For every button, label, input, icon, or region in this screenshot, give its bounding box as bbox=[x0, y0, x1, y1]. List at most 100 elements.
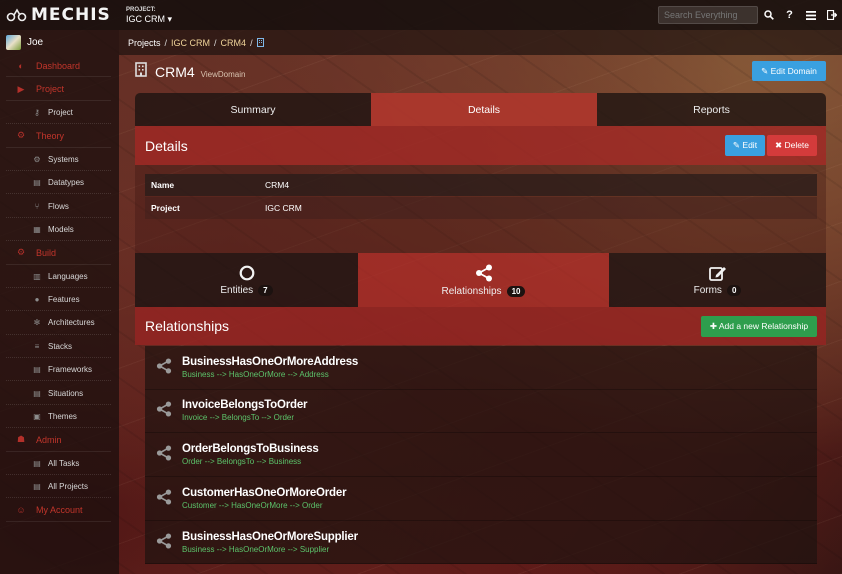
help-icon: ? bbox=[786, 9, 793, 21]
theory-icon: ⚙ bbox=[16, 130, 26, 141]
list-item[interactable]: BusinessHasOneOrMoreSupplier Business -->… bbox=[145, 520, 817, 565]
sidebar-item-themes[interactable]: ▣ Themes bbox=[0, 405, 119, 429]
projects-icon: ▤ bbox=[33, 482, 41, 492]
sidebar-item-build[interactable]: ⚙ Build bbox=[0, 241, 119, 265]
sidebar-item-stacks[interactable]: ≡ Stacks bbox=[0, 335, 119, 359]
detail-key: Project bbox=[151, 203, 180, 213]
tab-details[interactable]: Details bbox=[371, 93, 597, 126]
sidebar-item-project[interactable]: ⚷ Project bbox=[0, 101, 119, 125]
relationships-panel-header: Relationships ✚ Add a new Relationship bbox=[135, 307, 826, 345]
search-button[interactable] bbox=[758, 0, 779, 30]
dashboard-icon: ◐ bbox=[18, 60, 24, 71]
detail-value: CRM4 bbox=[265, 180, 290, 190]
sidebar-item-languages[interactable]: ▥ Languages bbox=[0, 265, 119, 289]
sidebar-item-flows[interactable]: ⑂ Flows bbox=[0, 194, 119, 219]
user-profile[interactable]: Joe bbox=[0, 30, 119, 54]
project-icon: ▶ bbox=[17, 83, 25, 94]
tab-reports[interactable]: Reports bbox=[597, 93, 826, 126]
relationships-list: BusinessHasOneOrMoreAddress Business --> … bbox=[145, 346, 817, 565]
breadcrumb-crm4[interactable]: CRM4 bbox=[221, 38, 247, 48]
project-selector[interactable]: PROJECT: IGC CRM ▾ bbox=[126, 7, 172, 24]
sidebar-item-label: Architectures bbox=[48, 318, 95, 328]
list-item[interactable]: OrderBelongsToBusiness Order --> BelongsT… bbox=[145, 433, 817, 477]
sidebar-item-theory[interactable]: ⚙ Theory bbox=[0, 124, 119, 148]
tasks-icon: ▤ bbox=[33, 458, 41, 468]
situation-icon: ▤ bbox=[33, 388, 41, 398]
building-icon[interactable] bbox=[256, 38, 264, 47]
sidebar-item-admin[interactable]: ☗ Admin bbox=[0, 428, 119, 453]
sidebar-item-frameworks[interactable]: ▤ Frameworks bbox=[0, 358, 119, 382]
language-icon: ▥ bbox=[33, 271, 41, 281]
relationship-name[interactable]: BusinessHasOneOrMoreAddress bbox=[182, 356, 358, 368]
datatype-icon: ▤ bbox=[33, 178, 41, 188]
relationship-name[interactable]: BusinessHasOneOrMoreSupplier bbox=[182, 531, 358, 543]
sidebar-item-label: Stacks bbox=[48, 341, 73, 351]
sidebar-item-label: Situations bbox=[48, 388, 84, 398]
relationships-tile[interactable]: Relationships 10 bbox=[358, 253, 609, 307]
logo[interactable]: MECHIS bbox=[0, 5, 126, 25]
relationship-name[interactable]: OrderBelongsToBusiness bbox=[182, 443, 319, 455]
add-relationship-button[interactable]: ✚ Add a new Relationship bbox=[701, 315, 817, 337]
menu-button[interactable] bbox=[800, 0, 821, 30]
list-item[interactable]: InvoiceBelongsToOrder Invoice --> Belongs… bbox=[145, 389, 817, 434]
sidebar-item-label: Features bbox=[48, 295, 80, 305]
sidebar-item-label: Dashboard bbox=[36, 60, 81, 71]
entities-label: Entities bbox=[220, 284, 254, 296]
sidebar-item-all-projects[interactable]: ▤ All Projects bbox=[0, 475, 119, 499]
detail-row-name: Name CRM4 bbox=[145, 174, 817, 196]
sidebar-item-datatypes[interactable]: ▤ Datatypes bbox=[0, 171, 119, 195]
sidebar-item-architectures[interactable]: ✻ Architectures bbox=[0, 311, 119, 336]
share-icon bbox=[145, 401, 182, 420]
logout-button[interactable] bbox=[821, 0, 842, 30]
sidebar-item-dashboard[interactable]: ◐ Dashboard bbox=[0, 54, 119, 78]
delete-button[interactable]: ✖ Delete bbox=[767, 135, 817, 156]
avatar bbox=[6, 34, 21, 50]
breadcrumb-separator: / bbox=[214, 37, 217, 48]
sidebar-item-my-account[interactable]: ☺ My Account bbox=[0, 498, 119, 523]
relationship-name[interactable]: CustomerHasOneOrMoreOrder bbox=[182, 487, 347, 499]
sidebar-item-label: All Projects bbox=[48, 482, 89, 492]
sidebar-item-project[interactable]: ▶ Project bbox=[0, 77, 119, 102]
sidebar-item-all-tasks[interactable]: ▤ All Tasks bbox=[0, 452, 119, 476]
details-title: Details bbox=[145, 137, 188, 154]
tab-summary[interactable]: Summary bbox=[135, 93, 371, 126]
list-icon bbox=[805, 10, 816, 20]
share-icon bbox=[145, 358, 182, 377]
entities-tile[interactable]: Entities 7 bbox=[135, 253, 358, 307]
details-table: Name CRM4 Project IGC CRM bbox=[135, 165, 826, 253]
sidebar-item-label: Themes bbox=[48, 412, 77, 422]
relationship-description: Invoice --> BelongsTo --> Order bbox=[182, 413, 295, 423]
key-icon: ⚷ bbox=[34, 107, 40, 117]
project-caption: PROJECT: bbox=[126, 6, 156, 13]
model-icon: ▦ bbox=[33, 224, 41, 234]
list-item[interactable]: BusinessHasOneOrMoreAddress Business --> … bbox=[145, 346, 817, 390]
detail-value: IGC CRM bbox=[265, 203, 302, 213]
sidebar-item-label: Build bbox=[36, 247, 57, 258]
share-icon bbox=[145, 532, 182, 552]
sidebar-item-label: Flows bbox=[48, 201, 69, 211]
sidebar-item-label: All Tasks bbox=[48, 458, 80, 468]
sidebar-item-systems[interactable]: ⚙ Systems bbox=[0, 148, 119, 172]
sidebar-item-situations[interactable]: ▤ Situations bbox=[0, 381, 119, 406]
forms-count-badge: 0 bbox=[726, 284, 742, 296]
help-button[interactable]: ? bbox=[779, 0, 800, 30]
page-subtitle: ViewDomain bbox=[200, 70, 246, 79]
sidebar-item-label: Project bbox=[48, 107, 73, 117]
tabs: Summary Details Reports bbox=[135, 93, 826, 126]
theme-icon: ▣ bbox=[33, 412, 41, 422]
account-icon: ☺ bbox=[16, 505, 26, 516]
relationship-name[interactable]: InvoiceBelongsToOrder bbox=[182, 399, 308, 411]
gear-link-icon bbox=[6, 8, 27, 22]
sidebar-item-label: Models bbox=[48, 224, 74, 234]
forms-tile[interactable]: Forms 0 bbox=[609, 253, 826, 307]
breadcrumb-projects[interactable]: Projects bbox=[128, 38, 161, 48]
logo-text: MECHIS bbox=[31, 5, 111, 25]
list-item[interactable]: CustomerHasOneOrMoreOrder Customer --> Ha… bbox=[145, 477, 817, 521]
breadcrumb-igc-crm[interactable]: IGC CRM bbox=[171, 38, 210, 48]
edit-button[interactable]: ✎ Edit bbox=[725, 135, 765, 156]
edit-domain-button[interactable]: ✎ Edit Domain bbox=[752, 61, 826, 81]
sidebar-item-models[interactable]: ▦ Models bbox=[0, 218, 119, 242]
search-input[interactable] bbox=[658, 6, 758, 24]
forms-label: Forms bbox=[693, 284, 722, 296]
sidebar-item-features[interactable]: ● Features bbox=[0, 288, 119, 312]
